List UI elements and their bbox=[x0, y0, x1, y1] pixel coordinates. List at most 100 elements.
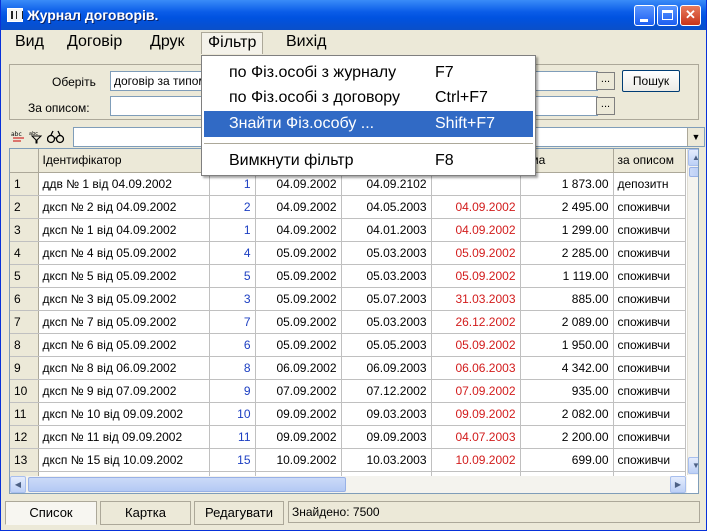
identifier-cell[interactable]: ддв № 1 від 04.09.2002 bbox=[38, 172, 210, 196]
row-number[interactable]: 12 bbox=[10, 425, 39, 449]
number-cell[interactable]: 9 bbox=[209, 379, 256, 403]
number-cell[interactable]: 10 bbox=[209, 402, 256, 426]
date-cell[interactable]: 05.09.2002 bbox=[255, 264, 342, 288]
number-cell[interactable]: 1 bbox=[209, 218, 256, 242]
description-cell[interactable]: споживчи bbox=[613, 379, 686, 403]
horizontal-scroll-thumb[interactable] bbox=[28, 477, 346, 492]
end-date-cell[interactable]: 04.05.2003 bbox=[341, 195, 432, 219]
abc-filter-icon[interactable]: abc bbox=[29, 129, 44, 144]
abc-sort-icon[interactable]: abc bbox=[11, 129, 26, 144]
pay-date-cell[interactable]: 06.06.2003 bbox=[431, 356, 521, 380]
row-number[interactable]: 4 bbox=[10, 241, 39, 265]
number-cell[interactable]: 7 bbox=[209, 310, 256, 334]
row-number[interactable]: 7 bbox=[10, 310, 39, 334]
table-row[interactable]: 5 дксп № 5 від 05.09.2002 5 05.09.2002 05.03… bbox=[10, 264, 686, 288]
amount-cell[interactable]: 4 342.00 bbox=[520, 356, 614, 380]
table-row[interactable]: 6 дксп № 3 від 05.09.2002 3 05.09.2002 05.07… bbox=[10, 287, 686, 311]
description-cell[interactable]: споживчи bbox=[613, 264, 686, 288]
pay-date-cell[interactable]: 05.09.2002 bbox=[431, 241, 521, 265]
dropdown-item-find-person[interactable]: Знайти Фіз.особу ... Shift+F7 bbox=[204, 111, 533, 137]
identifier-cell[interactable]: дксп № 11 від 09.09.2002 bbox=[38, 425, 210, 449]
row-number[interactable]: 1 bbox=[10, 172, 39, 196]
chevron-down-icon[interactable]: ▼ bbox=[687, 128, 704, 146]
amount-cell[interactable]: 699.00 bbox=[520, 448, 614, 472]
dropdown-item-person-from-contract[interactable]: по Фіз.особі з договору Ctrl+F7 bbox=[204, 85, 533, 111]
col-header-description[interactable]: за описом bbox=[613, 149, 686, 173]
minimize-button[interactable] bbox=[634, 5, 655, 26]
table-row[interactable]: 8 дксп № 6 від 05.09.2002 6 05.09.2002 05.05… bbox=[10, 333, 686, 357]
row-number[interactable]: 8 bbox=[10, 333, 39, 357]
amount-cell[interactable]: 885.00 bbox=[520, 287, 614, 311]
vertical-scroll-thumb[interactable] bbox=[689, 167, 698, 177]
number-cell[interactable]: 15 bbox=[209, 448, 256, 472]
table-row[interactable]: 7 дксп № 7 від 05.09.2002 7 05.09.2002 05.03… bbox=[10, 310, 686, 334]
amount-cell[interactable]: 2 495.00 bbox=[520, 195, 614, 219]
end-date-cell[interactable]: 05.05.2003 bbox=[341, 333, 432, 357]
amount-cell[interactable]: 935.00 bbox=[520, 379, 614, 403]
date-cell[interactable]: 05.09.2002 bbox=[255, 241, 342, 265]
pay-date-cell[interactable]: 09.09.2002 bbox=[431, 402, 521, 426]
menu-view[interactable]: Вид bbox=[9, 32, 50, 54]
date-cell[interactable]: 09.09.2002 bbox=[255, 402, 342, 426]
identifier-cell[interactable]: дксп № 9 від 07.09.2002 bbox=[38, 379, 210, 403]
description-cell[interactable]: депозитн bbox=[613, 172, 686, 196]
amount-cell[interactable]: 1 950.00 bbox=[520, 333, 614, 357]
description-cell[interactable]: споживчи bbox=[613, 195, 686, 219]
table-row[interactable]: 10 дксп № 9 від 07.09.2002 9 07.09.2002 07.1… bbox=[10, 379, 686, 403]
end-date-cell[interactable]: 09.09.2003 bbox=[341, 425, 432, 449]
table-row[interactable]: 3 дксп № 1 від 04.09.2002 1 04.09.2002 04.01… bbox=[10, 218, 686, 242]
close-button[interactable]: ✕ bbox=[680, 5, 701, 26]
row-number[interactable]: 13 bbox=[10, 448, 39, 472]
scroll-up-icon[interactable]: ▲ bbox=[688, 149, 698, 166]
end-date-cell[interactable]: 05.07.2003 bbox=[341, 287, 432, 311]
end-date-cell[interactable]: 05.03.2003 bbox=[341, 310, 432, 334]
amount-cell[interactable]: 2 089.00 bbox=[520, 310, 614, 334]
row-number[interactable]: 6 bbox=[10, 287, 39, 311]
choose-ellipsis-button[interactable]: ... bbox=[596, 72, 615, 90]
table-row[interactable]: 12 дксп № 11 від 09.09.2002 11 09.09.2002 09… bbox=[10, 425, 686, 449]
row-number[interactable]: 10 bbox=[10, 379, 39, 403]
description-cell[interactable]: споживчи bbox=[613, 402, 686, 426]
row-number[interactable]: 9 bbox=[10, 356, 39, 380]
identifier-cell[interactable]: дксп № 10 від 09.09.2002 bbox=[38, 402, 210, 426]
amount-cell[interactable]: 2 200.00 bbox=[520, 425, 614, 449]
binoculars-icon[interactable] bbox=[46, 129, 65, 144]
row-number[interactable]: 5 bbox=[10, 264, 39, 288]
description-cell[interactable]: споживчи bbox=[613, 425, 686, 449]
description-cell[interactable]: споживчи bbox=[613, 310, 686, 334]
number-cell[interactable]: 8 bbox=[209, 356, 256, 380]
search-button[interactable]: Пошук bbox=[622, 70, 680, 92]
identifier-cell[interactable]: дксп № 2 від 04.09.2002 bbox=[38, 195, 210, 219]
pay-date-cell[interactable]: 07.09.2002 bbox=[431, 379, 521, 403]
date-cell[interactable]: 04.09.2002 bbox=[255, 195, 342, 219]
tab-card[interactable]: Картка bbox=[100, 501, 191, 525]
end-date-cell[interactable]: 10.03.2003 bbox=[341, 448, 432, 472]
title-bar[interactable]: Журнал договорів. ✕ bbox=[1, 0, 706, 30]
pay-date-cell[interactable]: 04.09.2002 bbox=[431, 195, 521, 219]
menu-print[interactable]: Друк bbox=[144, 32, 191, 54]
description-cell[interactable]: споживчи bbox=[613, 356, 686, 380]
identifier-cell[interactable]: дксп № 7 від 05.09.2002 bbox=[38, 310, 210, 334]
amount-cell[interactable]: 2 082.00 bbox=[520, 402, 614, 426]
pay-date-cell[interactable]: 26.12.2002 bbox=[431, 310, 521, 334]
menu-exit[interactable]: Вихід bbox=[280, 32, 333, 54]
description-cell[interactable]: споживчи bbox=[613, 218, 686, 242]
scroll-left-icon[interactable]: ◀ bbox=[10, 476, 26, 493]
horizontal-scrollbar[interactable]: ◀ ▶ bbox=[10, 476, 687, 493]
pay-date-cell[interactable]: 10.09.2002 bbox=[431, 448, 521, 472]
pay-date-cell[interactable]: 04.09.2002 bbox=[431, 218, 521, 242]
end-date-cell[interactable]: 04.01.2003 bbox=[341, 218, 432, 242]
table-row[interactable]: 4 дксп № 4 від 05.09.2002 4 05.09.2002 05.03… bbox=[10, 241, 686, 265]
scroll-down-icon[interactable]: ▼ bbox=[688, 457, 698, 474]
pay-date-cell[interactable]: 05.09.2002 bbox=[431, 264, 521, 288]
table-row[interactable]: 9 дксп № 8 від 06.09.2002 8 06.09.2002 06.09… bbox=[10, 356, 686, 380]
description-cell[interactable]: споживчи bbox=[613, 333, 686, 357]
description-ellipsis-button[interactable]: ... bbox=[596, 97, 615, 115]
row-number[interactable]: 11 bbox=[10, 402, 39, 426]
identifier-cell[interactable]: дксп № 8 від 06.09.2002 bbox=[38, 356, 210, 380]
number-cell[interactable]: 11 bbox=[209, 425, 256, 449]
dropdown-item-person-from-journal[interactable]: по Фіз.особі з журналу F7 bbox=[204, 60, 533, 86]
col-header-rownum[interactable] bbox=[10, 149, 39, 173]
table-row[interactable]: 2 дксп № 2 від 04.09.2002 2 04.09.2002 04.05… bbox=[10, 195, 686, 219]
end-date-cell[interactable]: 05.03.2003 bbox=[341, 264, 432, 288]
